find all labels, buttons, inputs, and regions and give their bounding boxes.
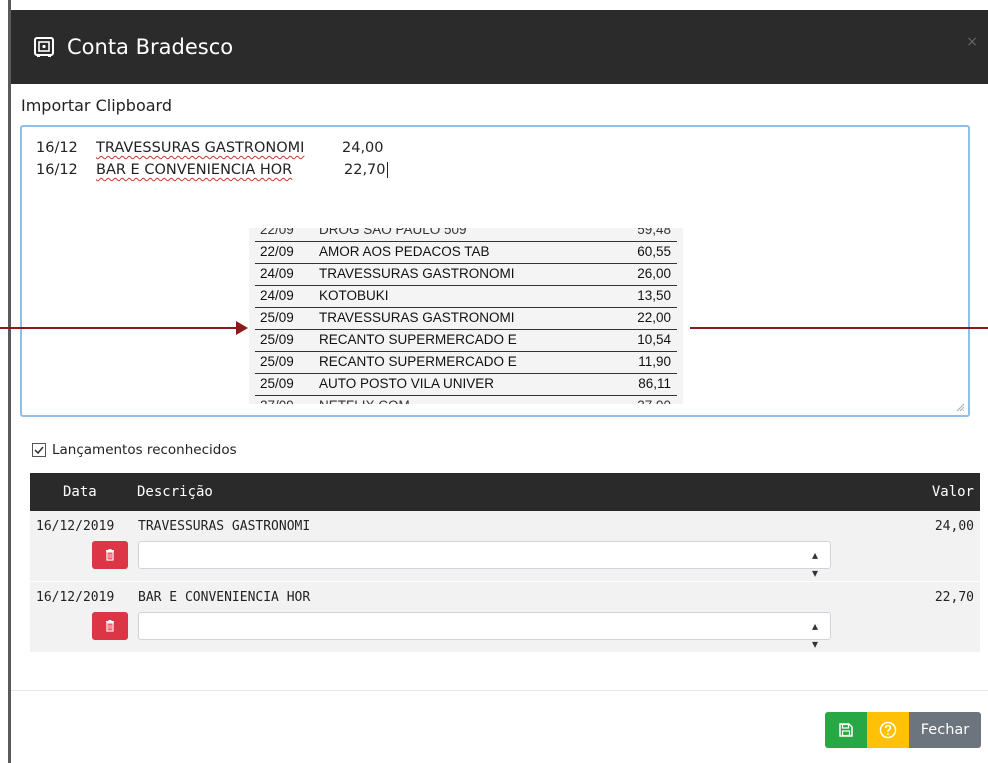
pasted-date: 24/09	[260, 288, 294, 303]
annotation-arrow-line-left	[0, 327, 238, 329]
pasted-value: 37,90	[637, 395, 671, 404]
clipboard-line: 16/12 TRAVESSURAS GASTRONOMI 24,00	[36, 137, 388, 159]
table-row: 16/12/2019 BAR E CONVENIENCIA HOR 22,70 …	[30, 582, 980, 652]
pasted-date: 25/09	[260, 310, 294, 325]
row-value: 22,70	[934, 590, 974, 605]
row-date: 16/12/2019	[36, 519, 115, 534]
trash-icon	[106, 549, 114, 561]
backdrop-top	[0, 0, 988, 10]
pasted-date: 27/09	[260, 395, 294, 404]
pasted-row: 24/09 KOTOBUKI 13,50	[255, 285, 677, 308]
pasted-value: 59,48	[637, 228, 671, 237]
close-button[interactable]: Fechar	[909, 712, 981, 748]
recognized-checkbox[interactable]	[32, 443, 46, 457]
recognized-label: Lançamentos reconhecidos	[52, 442, 237, 458]
annotation-arrow-line-right	[690, 327, 988, 329]
clipboard-line: 16/12 BAR E CONVENIENCIA HOR 22,70	[36, 159, 388, 181]
clip-desc: TRAVESSURAS GASTRONOMI	[96, 140, 305, 156]
clip-date: 16/12	[36, 162, 78, 178]
pasted-value: 11,90	[638, 354, 671, 369]
clip-value: 22,70	[344, 162, 386, 178]
column-header-descricao: Descrição	[137, 484, 213, 500]
trash-icon	[106, 620, 114, 632]
clip-date: 16/12	[36, 140, 78, 156]
pasted-date: 25/09	[260, 354, 294, 369]
pasted-value: 10,54	[637, 332, 671, 347]
row-description: TRAVESSURAS GASTRONOMI	[138, 519, 311, 534]
select-arrows-icon: ▴ ▾	[811, 619, 818, 651]
pasted-desc: NETFLIX.COM	[319, 395, 410, 404]
pasted-value: 13,50	[637, 288, 671, 303]
pasted-desc: DROG SAO PAULO 509	[319, 228, 467, 237]
clip-value: 24,00	[342, 140, 384, 156]
pasted-date: 22/09	[260, 228, 294, 237]
delete-row-button[interactable]	[92, 612, 128, 640]
pasted-row: 25/09 RECANTO SUPERMERCADO E 10,54	[255, 329, 677, 352]
pasted-row: 22/09 DROG SAO PAULO 509 59,48	[255, 228, 677, 242]
table-row: 16/12/2019 TRAVESSURAS GASTRONOMI 24,00 …	[30, 511, 980, 581]
pasted-desc: AMOR AOS PEDACOS TAB	[319, 244, 490, 259]
question-circle-icon	[879, 721, 897, 739]
delete-row-button[interactable]	[92, 541, 128, 569]
close-icon[interactable]: ×	[966, 34, 978, 50]
modal-header: Conta Bradesco ×	[11, 10, 988, 84]
clipboard-text: 16/12 TRAVESSURAS GASTRONOMI 24,00 16/12 BA…	[36, 137, 388, 181]
pasted-desc: KOTOBUKI	[319, 288, 389, 303]
row-value: 24,00	[934, 519, 974, 534]
pasted-value: 22,00	[637, 310, 671, 325]
help-button[interactable]	[867, 712, 909, 748]
recognized-entries-toggle[interactable]: Lançamentos reconhecidos	[32, 442, 237, 458]
pasted-date: 25/09	[260, 376, 294, 391]
pasted-row: 25/09 TRAVESSURAS GASTRONOMI 22,00	[255, 307, 677, 330]
import-clipboard-label: Importar Clipboard	[21, 96, 172, 115]
pasted-desc: RECANTO SUPERMERCADO E	[319, 354, 517, 369]
annotation-arrow-head	[236, 321, 248, 335]
checkmark-icon	[34, 446, 44, 455]
pasted-desc: RECANTO SUPERMERCADO E	[319, 332, 517, 347]
column-header-valor: Valor	[931, 484, 974, 500]
pasted-date: 22/09	[260, 244, 294, 259]
pasted-value: 86,11	[638, 376, 671, 391]
column-header-data: Data	[63, 484, 97, 500]
pasted-desc: TRAVESSURAS GASTRONOMI	[319, 266, 515, 281]
row-date: 16/12/2019	[36, 590, 115, 605]
pasted-row: 25/09 RECANTO SUPERMERCADO E 11,90	[255, 351, 677, 374]
pasted-desc: AUTO POSTO VILA UNIVER	[319, 376, 495, 391]
resize-grip-icon[interactable]	[955, 402, 965, 412]
pasted-row: 24/09 TRAVESSURAS GASTRONOMI 26,00	[255, 263, 677, 286]
pasted-date: 24/09	[260, 266, 294, 281]
pasted-date: 25/09	[260, 332, 294, 347]
text-caret	[386, 162, 388, 178]
safe-icon	[33, 36, 55, 58]
footer-divider	[11, 690, 988, 691]
save-button[interactable]	[825, 712, 867, 748]
modal-title: Conta Bradesco	[67, 35, 234, 59]
pasted-row: 22/09 AMOR AOS PEDACOS TAB 60,55	[255, 241, 677, 264]
pasted-desc: TRAVESSURAS GASTRONOMI	[319, 310, 515, 325]
pasted-statement-image: 22/09 DROG SAO PAULO 509 59,48 22/09 AMOR A…	[249, 228, 683, 404]
select-arrows-icon: ▴ ▾	[811, 548, 818, 580]
pasted-row: 27/09 NETFLIX.COM 37,90	[255, 395, 677, 404]
floppy-disk-icon	[839, 723, 853, 737]
category-select[interactable]: ▴ ▾	[138, 612, 831, 651]
pasted-value: 60,55	[637, 244, 671, 259]
footer-actions: Fechar	[825, 712, 981, 748]
entries-table-header: Data Descrição Valor	[30, 473, 980, 511]
pasted-row: 25/09 AUTO POSTO VILA UNIVER 86,11	[255, 373, 677, 396]
clip-desc: BAR E CONVENIENCIA HOR	[96, 162, 293, 178]
pasted-value: 26,00	[637, 266, 671, 281]
row-description: BAR E CONVENIENCIA HOR	[138, 590, 311, 605]
category-select[interactable]: ▴ ▾	[138, 541, 831, 580]
